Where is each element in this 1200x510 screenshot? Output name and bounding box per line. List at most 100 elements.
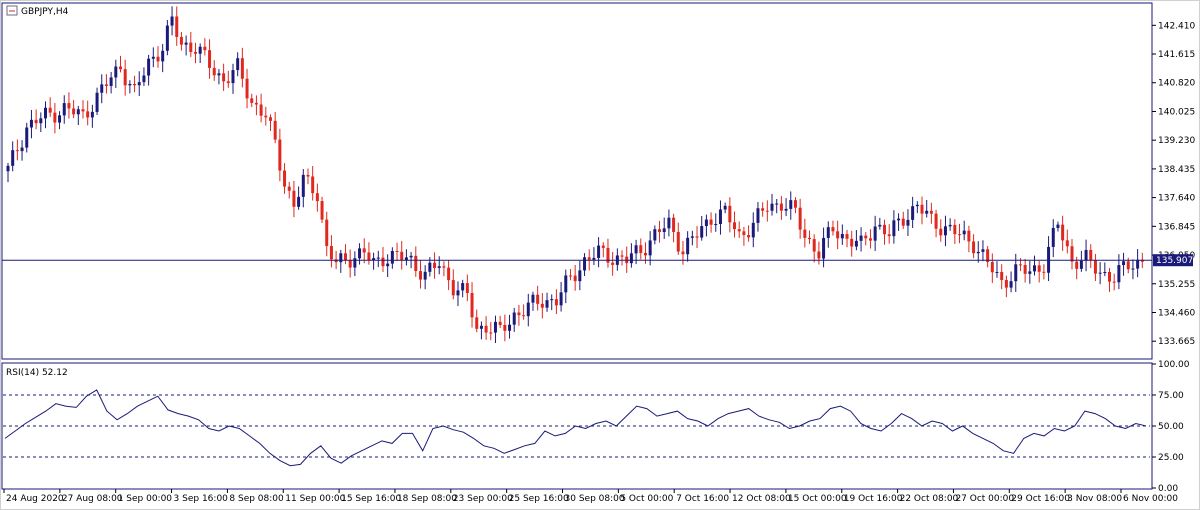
candle-body (236, 58, 240, 71)
time-tick-label: 15 Sep 16:00 (341, 494, 401, 504)
candle-body (967, 230, 971, 242)
time-tick-label: 27 Aug 08:00 (62, 494, 123, 504)
candle-body (822, 237, 826, 259)
rsi-tick-label: 25.00 (1158, 453, 1184, 463)
candle-body (1004, 280, 1008, 288)
candle-body (850, 238, 854, 247)
candle-body (789, 200, 793, 209)
candles-layer (6, 6, 1144, 344)
candle-body (147, 58, 151, 76)
candle-body (231, 70, 235, 84)
candle-body (803, 229, 807, 238)
candle-body (339, 253, 343, 263)
candle-body (887, 234, 891, 237)
candle-body (1014, 264, 1018, 282)
candle-body (151, 56, 155, 59)
current-price-value: 135.907 (1156, 256, 1193, 266)
candle-body (456, 290, 460, 296)
candle-body (1126, 261, 1130, 270)
rsi-line (4, 389, 1147, 467)
candle-body (672, 217, 676, 232)
candle-body (268, 117, 272, 121)
price-axis: 142.410 141.615 140.820 140.025 139.230 138.4… (1152, 21, 1195, 347)
candle-body (990, 262, 994, 273)
time-tick-label: 3 Nov 08:00 (1067, 494, 1122, 504)
candle-body (883, 224, 887, 235)
candle-body (259, 104, 263, 116)
candle-body (198, 46, 202, 54)
candle-body (793, 200, 797, 208)
candle-body (1112, 281, 1116, 283)
candle-body (114, 66, 118, 78)
candle-body (531, 294, 535, 303)
candle-body (348, 260, 352, 268)
candle-body (254, 102, 258, 105)
candle-body (517, 312, 521, 316)
candle-body (34, 119, 38, 124)
price-tick-label: 140.025 (1158, 107, 1195, 117)
candle-body (540, 303, 544, 308)
candle-body (39, 118, 43, 124)
time-tick-label: 30 Sep 08:00 (565, 494, 625, 504)
candle-body (775, 203, 779, 205)
candle-body (611, 262, 615, 265)
chart-canvas[interactable]: GBPJPY,H4 RSI(14) 52.12 142.410141.61514… (0, 0, 1200, 510)
candle-body (433, 262, 437, 268)
time-tick-label: 5 Oct 00:00 (620, 494, 673, 504)
candle-body (583, 257, 587, 271)
candle-body (193, 51, 197, 54)
candle-body (756, 208, 760, 223)
candle-body (133, 83, 137, 86)
candle-body (156, 56, 160, 62)
candle-body (76, 109, 80, 115)
candle-body (508, 324, 512, 331)
candle-body (676, 231, 680, 252)
rsi-axis: 100.00 75.00 50.00 25.00 0.00 (1152, 360, 1190, 494)
price-tick-label: 133.665 (1158, 337, 1195, 347)
candle-body (479, 325, 483, 329)
candle-body (1037, 265, 1041, 272)
candle-body (939, 228, 943, 236)
candle-body (184, 42, 188, 45)
rsi-tick-label: 100.00 (1158, 360, 1190, 370)
candle-body (929, 210, 933, 214)
candle-body (681, 251, 685, 255)
candle-body (418, 271, 422, 280)
candle-body (639, 245, 643, 253)
time-tick-label: 18 Sep 08:00 (397, 494, 457, 504)
candle-body (1075, 261, 1079, 269)
candle-body (653, 229, 657, 241)
candle-body (1131, 268, 1135, 270)
candle-body (123, 69, 127, 86)
candle-body (704, 219, 708, 227)
rsi-label: RSI(14) 52.12 (6, 368, 68, 378)
price-tick-label: 139.230 (1158, 136, 1195, 146)
candle-body (175, 16, 179, 37)
time-tick-label: 3 Sep 16:00 (174, 494, 229, 504)
candle-body (315, 193, 319, 202)
current-price-marker: 135.907 (1153, 254, 1193, 267)
candle-body (733, 222, 737, 230)
candle-body (798, 207, 802, 230)
candle-body (784, 208, 788, 211)
candle-body (718, 209, 722, 225)
candle-body (367, 252, 371, 261)
candle-body (451, 280, 455, 296)
candle-body (578, 270, 582, 282)
rsi-tick-label: 75.00 (1158, 391, 1184, 401)
candle-body (1136, 259, 1140, 269)
candle-body (597, 245, 601, 258)
candle-body (911, 206, 915, 220)
candle-body (915, 204, 919, 207)
price-tick-label: 140.820 (1158, 79, 1195, 89)
candle-body (587, 257, 591, 260)
candle-body (1122, 261, 1126, 266)
time-tick-label: 25 Sep 16:00 (509, 494, 569, 504)
candle-body (526, 302, 530, 317)
candle-body (592, 257, 596, 260)
candle-body (1089, 249, 1093, 261)
candle-body (498, 321, 502, 326)
candle-body (358, 248, 362, 259)
candle-body (700, 226, 704, 238)
candle-body (643, 252, 647, 256)
